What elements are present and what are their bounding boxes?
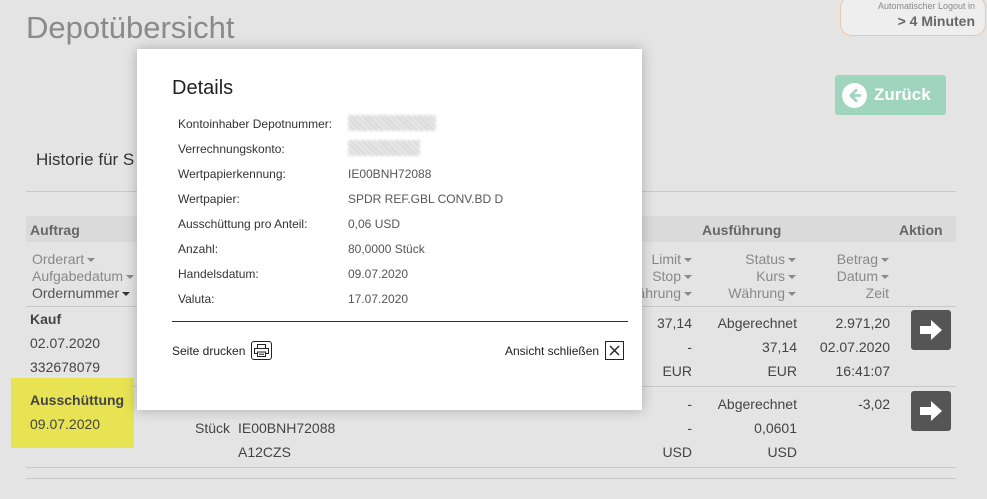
field-value-anzahl: 80,0000 Stück <box>348 242 425 256</box>
arrow-right-icon <box>920 401 942 421</box>
field-value-ausschuettung: 0,06 USD <box>348 217 401 231</box>
redacted-value <box>348 115 436 131</box>
arrow-right-icon <box>920 320 942 340</box>
field-value-verrechnungskonto <box>348 140 420 159</box>
sort-kurs[interactable]: Kurs <box>700 268 796 285</box>
field-value-wertpapierkennung: IE00BNH72088 <box>348 167 432 181</box>
sort-label: Betrag <box>836 251 878 267</box>
caret-down-icon <box>788 292 796 297</box>
sort-label: Datum <box>836 268 878 284</box>
field-label-valuta: Valuta: <box>178 292 215 306</box>
field-label-verrechnungskonto: Verrechnungskonto: <box>178 142 285 156</box>
caret-down-icon <box>788 258 796 263</box>
row-highlight <box>11 378 134 448</box>
sort-label: Stop <box>652 268 681 284</box>
field-value-handelsdatum: 09.07.2020 <box>348 267 409 281</box>
caret-down-icon <box>684 258 692 263</box>
field-label-ausschuettung: Ausschüttung pro Anteil: <box>178 217 308 231</box>
caret-down-icon <box>122 292 131 297</box>
field-label-wertpapier: Wertpapier: <box>178 192 240 206</box>
row2-wkn: A12CZS <box>238 444 291 460</box>
row2-stop: - <box>687 420 692 436</box>
sort-label: Aufgabedatum <box>32 268 124 284</box>
sort-status[interactable]: Status <box>700 251 796 268</box>
row1-zeit: 16:41:07 <box>835 363 891 379</box>
sort-label: Orderart <box>32 251 85 267</box>
row2-isin: IE00BNH72088 <box>238 420 336 436</box>
modal-divider <box>172 321 628 322</box>
caret-down-icon <box>684 292 692 297</box>
field-value-depotnummer <box>348 115 436 134</box>
field-label-handelsdatum: Handelsdatum: <box>178 267 259 281</box>
row2-limit-currency: USD <box>662 444 692 460</box>
sort-label: ährung <box>637 285 681 301</box>
divider <box>26 478 956 479</box>
row1-detail-button[interactable] <box>911 310 951 350</box>
row1-type: Kauf <box>30 311 62 327</box>
row1-datum: 02.07.2020 <box>819 339 890 355</box>
sort-label: Status <box>745 251 785 267</box>
sort-aufgabedatum[interactable]: Aufgabedatum <box>32 268 135 285</box>
row2-betrag: -3,02 <box>858 396 890 412</box>
sort-label: Währung <box>728 285 785 301</box>
header-aktion: Aktion <box>899 222 943 238</box>
close-icon <box>605 341 625 360</box>
caret-down-icon <box>788 275 796 280</box>
caret-down-icon <box>881 275 889 280</box>
sort-label: Kurs <box>756 268 785 284</box>
back-button[interactable]: Zurück <box>835 75 946 115</box>
sort-waehrung[interactable]: Währung <box>700 285 796 302</box>
row2-type: Ausschüttung <box>30 392 125 408</box>
logout-label: Automatischer Logout in <box>877 1 975 11</box>
row2-detail-button[interactable] <box>911 391 951 431</box>
row1-kurs: 37,14 <box>761 339 797 355</box>
close-view-button[interactable]: Ansicht schließen <box>505 341 625 360</box>
divider <box>26 467 956 468</box>
sort-label: Zeit <box>865 285 889 301</box>
logout-value: > 4 Minuten <box>897 13 975 29</box>
row2-unit: Stück <box>194 420 230 436</box>
sort-orderart[interactable]: Orderart <box>32 251 96 268</box>
row2-currency: USD <box>767 444 797 460</box>
row1-date: 02.07.2020 <box>30 335 101 351</box>
field-label-anzahl: Anzahl: <box>178 242 219 256</box>
field-label-depotnummer: Kontoinhaber Depotnummer: <box>178 117 333 131</box>
page-title: Depotübersicht <box>26 10 235 45</box>
sort-datum[interactable]: Datum <box>800 268 889 285</box>
print-label: Seite drucken <box>172 343 246 358</box>
field-label-wertpapierkennung: Wertpapierkennung: <box>178 167 286 181</box>
caret-down-icon <box>126 275 135 280</box>
sort-betrag[interactable]: Betrag <box>800 251 889 268</box>
history-title: Historie für S <box>36 150 135 169</box>
caret-down-icon <box>881 258 889 263</box>
sort-zeit: Zeit <box>800 285 889 302</box>
row1-currency: EUR <box>767 363 797 379</box>
close-label: Ansicht schließen <box>505 343 600 358</box>
sort-ordernummer[interactable]: Ordernummer <box>32 285 131 302</box>
header-ausfuehrung: Ausführung <box>702 222 782 238</box>
row2-kurs: 0,0601 <box>754 420 797 436</box>
sort-label: Limit <box>651 251 681 267</box>
field-value-valuta: 17.07.2020 <box>348 292 409 306</box>
arrow-left-icon <box>842 82 867 108</box>
row1-number: 332678079 <box>30 359 101 375</box>
modal-title: Details <box>172 77 234 99</box>
redacted-value <box>348 140 420 156</box>
details-modal: Details Kontoinhaber Depotnummer: Verrec… <box>137 49 642 410</box>
row2-date: 09.07.2020 <box>30 416 101 432</box>
row1-betrag: 2.971,20 <box>835 315 891 331</box>
sort-label: Ordernummer <box>32 285 120 301</box>
caret-down-icon <box>87 258 96 263</box>
back-button-label: Zurück <box>874 85 931 104</box>
row1-status: Abgerechnet <box>717 315 797 331</box>
caret-down-icon <box>684 275 692 280</box>
field-value-wertpapier: SPDR REF.GBL CONV.BD D <box>348 192 504 206</box>
header-auftrag: Auftrag <box>30 222 80 238</box>
printer-icon <box>251 341 273 360</box>
print-page-button[interactable]: Seite drucken <box>172 341 273 360</box>
row2-status: Abgerechnet <box>717 396 797 412</box>
auto-logout-indicator: Automatischer Logout in > 4 Minuten <box>840 0 986 36</box>
